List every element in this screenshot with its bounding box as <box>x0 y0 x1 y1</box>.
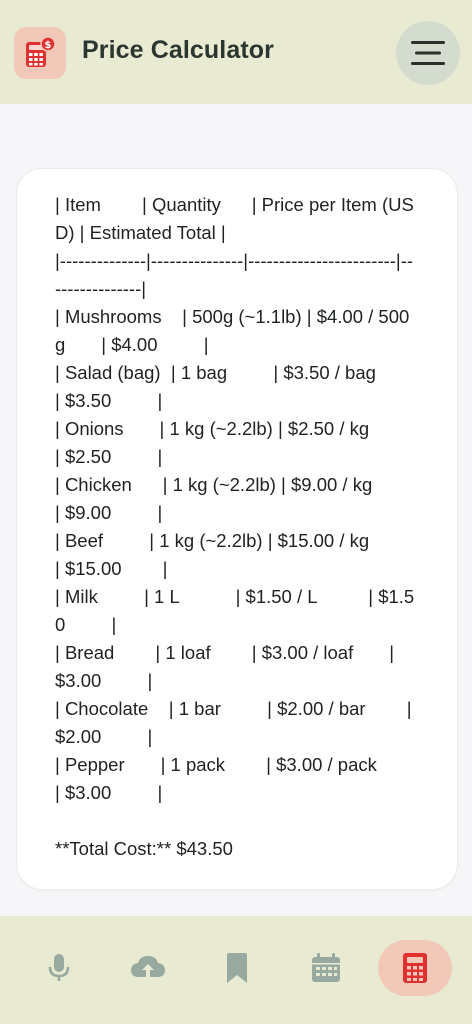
table-line: |--------------|---------------|--------… <box>55 250 414 299</box>
table-line <box>55 807 415 835</box>
table-line: | Milk | 1 L | $1.50 / L | $1.50 | <box>55 586 415 635</box>
bookmark-icon <box>227 953 247 983</box>
table-line: **Total Cost:** $43.50 <box>55 838 233 859</box>
result-card: | Item | Quantity | Price per Item (USD)… <box>16 168 458 890</box>
nav-item-microphone[interactable] <box>22 940 96 996</box>
page-title: Price Calculator <box>82 36 274 64</box>
menu-button[interactable] <box>396 21 460 85</box>
microphone-icon <box>48 954 70 981</box>
bottom-nav <box>0 916 472 1024</box>
calculator-icon <box>403 953 427 983</box>
svg-text:$: $ <box>45 40 52 51</box>
nav-item-bookmark[interactable] <box>200 940 274 996</box>
price-table-text: | Item | Quantity | Price per Item (USD)… <box>55 191 415 863</box>
cloud-upload-icon <box>131 956 165 981</box>
table-line: | Item | Quantity | Price per Item (USD)… <box>55 194 414 243</box>
app-header: $ Price Calculator <box>0 0 472 104</box>
table-line: | Salad (bag) | 1 bag | $3.50 / bag | $3… <box>55 362 418 411</box>
nav-item-calendar[interactable] <box>289 940 363 996</box>
table-line: | Chicken | 1 kg (~2.2lb) | $9.00 / kg |… <box>55 474 419 523</box>
nav-item-calculator[interactable] <box>378 940 452 996</box>
nav-item-upload[interactable] <box>111 940 185 996</box>
calculator-dollar-icon: $ <box>14 27 66 79</box>
table-line: | Onions | 1 kg (~2.2lb) | $2.50 / kg | … <box>55 418 416 467</box>
hamburger-menu-icon <box>411 41 445 65</box>
table-line: | Chocolate | 1 bar | $2.00 / bar | $2.0… <box>55 698 417 747</box>
calendar-icon <box>312 953 340 982</box>
table-line: | Pepper | 1 pack | $3.00 / pack | $3.00… <box>55 754 413 803</box>
table-line: | Mushrooms | 500g (~1.1lb) | $4.00 / 50… <box>55 306 410 355</box>
table-line: | Beef | 1 kg (~2.2lb) | $15.00 / kg | $… <box>55 530 411 579</box>
table-line: | Bread | 1 loaf | $3.00 / loaf | $3.00 … <box>55 642 400 691</box>
